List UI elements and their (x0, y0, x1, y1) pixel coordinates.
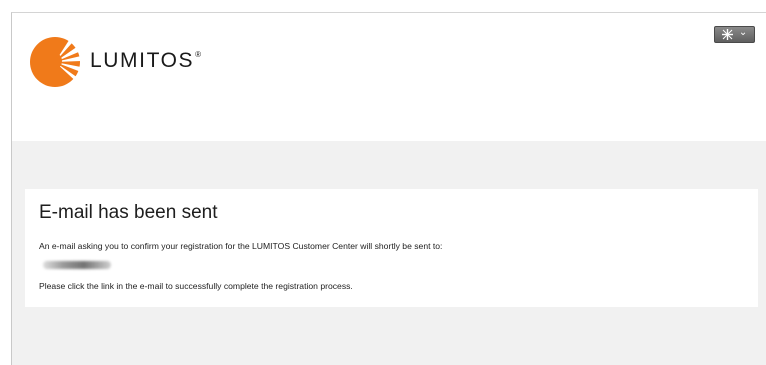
lumitos-logo-icon (30, 36, 81, 87)
logo-wordmark: LUMITOS® (90, 49, 202, 72)
lumitos-logo[interactable]: LUMITOS® (29, 36, 229, 88)
instruction-text: Please click the link in the e-mail to s… (39, 281, 353, 291)
language-selector-button[interactable]: ⌄ (714, 26, 755, 43)
confirmation-text: An e-mail asking you to confirm your reg… (39, 241, 443, 251)
flag-icon (721, 27, 733, 45)
page-frame: LUMITOS® ⌄ E-mail has been sent An e-mai… (11, 12, 766, 365)
redacted-email-address (43, 261, 111, 269)
chevron-down-icon: ⌄ (738, 27, 748, 38)
content-area: E-mail has been sent An e-mail asking yo… (12, 141, 766, 365)
header: LUMITOS® ⌄ (12, 13, 766, 141)
confirmation-panel: E-mail has been sent An e-mail asking yo… (25, 189, 758, 307)
page-title: E-mail has been sent (39, 202, 218, 223)
